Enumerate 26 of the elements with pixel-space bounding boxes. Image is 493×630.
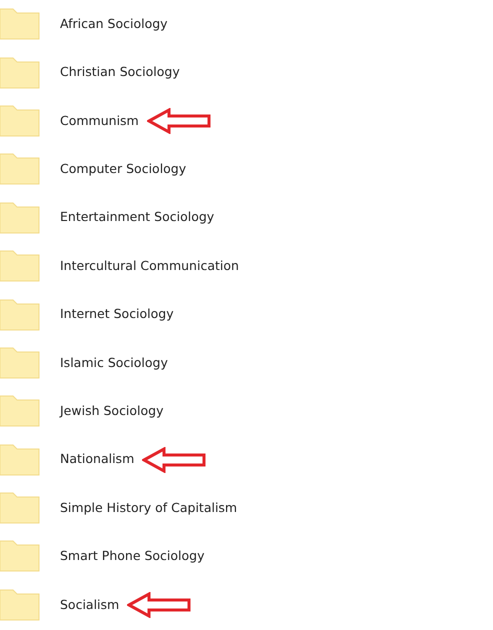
folder-icon	[0, 153, 40, 186]
folder-icon	[0, 250, 40, 282]
folder-icon	[0, 346, 40, 379]
folder-name[interactable]: Jewish Sociology	[60, 402, 164, 421]
folder-icon	[0, 56, 40, 89]
folder-icon	[0, 588, 40, 621]
folder-name[interactable]: Christian Sociology	[60, 63, 180, 82]
folder-name[interactable]: Communism	[60, 112, 139, 130]
folder-icon	[0, 298, 40, 331]
folder-name[interactable]: Internet Sociology	[60, 305, 174, 324]
folder-icon	[0, 444, 40, 476]
folder-name[interactable]: Intercultural Communication	[60, 256, 239, 276]
folder-name[interactable]: Simple History of Capitalism	[60, 498, 238, 518]
folder-icon	[0, 492, 40, 524]
folder-icon	[0, 104, 40, 137]
folder-name[interactable]: Nationalism	[60, 450, 134, 470]
folder-name[interactable]: Socialism	[60, 596, 120, 614]
folder-icon	[0, 540, 40, 572]
folder-name[interactable]: Computer Sociology	[60, 160, 186, 179]
folder-name[interactable]: African Sociology	[60, 14, 168, 34]
folder-icon	[0, 202, 40, 234]
folder-name[interactable]: Entertainment Sociology	[60, 208, 214, 228]
folder-name[interactable]: Islamic Sociology	[60, 354, 168, 372]
folder-name[interactable]: Smart Phone Sociology	[60, 547, 205, 566]
folder-icon	[0, 395, 40, 428]
folder-icon	[0, 8, 40, 40]
